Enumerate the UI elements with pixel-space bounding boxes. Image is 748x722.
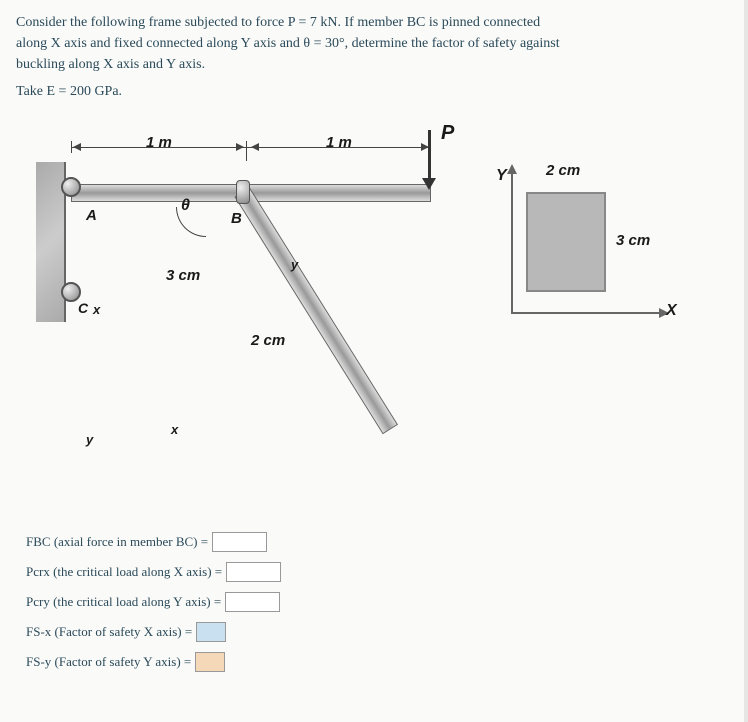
answer-row-fsx: FS-x (Factor of safety X axis) = xyxy=(26,622,732,642)
fsy-label: FS-y (Factor of safety Y axis) = xyxy=(26,654,191,670)
diagram: 1 m 1 m P A B C x θ 3 cm 2 cm y x y xyxy=(16,122,716,502)
question-page: Consider the following frame subjected t… xyxy=(0,0,748,722)
hinge-c xyxy=(61,282,81,302)
cross-section-rect xyxy=(526,192,606,292)
pcrx-label: Pcrx (the critical load along X axis) = xyxy=(26,564,222,580)
dimension-line-top xyxy=(71,147,431,148)
fbc-input[interactable] xyxy=(212,532,267,552)
y-axis-label: Y xyxy=(496,167,507,185)
dim-3cm-bc: 3 cm xyxy=(166,267,200,284)
local-y: y xyxy=(291,257,298,272)
y-axis xyxy=(511,172,513,312)
dim-1m-right: 1 m xyxy=(326,134,352,151)
fbc-label: FBC (axial force in member BC) = xyxy=(26,534,208,550)
local-x: x xyxy=(171,422,178,437)
label-a: A xyxy=(86,207,97,224)
scroll-edge xyxy=(744,0,748,722)
problem-line: along X axis and fixed connected along Y… xyxy=(16,33,732,54)
pcry-label: Pcry (the critical load along Y axis) = xyxy=(26,594,221,610)
fsx-input[interactable] xyxy=(196,622,226,642)
cross-section-diagram: Y X 2 cm 3 cm xyxy=(506,152,686,352)
problem-line: Consider the following frame subjected t… xyxy=(16,12,732,33)
dim-2cm-bc: 2 cm xyxy=(251,332,285,349)
label-c: C xyxy=(78,300,88,316)
force-arrow xyxy=(428,130,431,180)
fsx-label: FS-x (Factor of safety X axis) = xyxy=(26,624,192,640)
label-b: B xyxy=(231,210,242,227)
pcrx-input[interactable] xyxy=(226,562,281,582)
fsy-input[interactable] xyxy=(195,652,225,672)
problem-statement: Consider the following frame subjected t… xyxy=(16,12,732,102)
cs-height: 3 cm xyxy=(616,232,650,249)
local-y2: y xyxy=(86,432,93,447)
problem-line: Take E = 200 GPa. xyxy=(16,81,732,102)
problem-line: buckling along X axis and Y axis. xyxy=(16,54,732,75)
x-axis xyxy=(511,312,661,314)
answer-row-pcry: Pcry (the critical load along Y axis) = xyxy=(26,592,732,612)
dim-1m-left: 1 m xyxy=(146,134,172,151)
hinge-a xyxy=(61,177,81,197)
label-cx: x xyxy=(93,302,100,317)
pin-b xyxy=(236,180,250,204)
answer-section: FBC (axial force in member BC) = Pcrx (t… xyxy=(16,532,732,672)
answer-row-fbc: FBC (axial force in member BC) = xyxy=(26,532,732,552)
cs-width: 2 cm xyxy=(546,162,580,179)
pcry-input[interactable] xyxy=(225,592,280,612)
theta-label: θ xyxy=(181,197,190,215)
force-label: P xyxy=(441,122,454,145)
answer-row-pcrx: Pcrx (the critical load along X axis) = xyxy=(26,562,732,582)
frame-structure: 1 m 1 m P A B C x θ 3 cm 2 cm y x y xyxy=(36,122,456,502)
x-axis-label: X xyxy=(666,302,677,320)
answer-row-fsy: FS-y (Factor of safety Y axis) = xyxy=(26,652,732,672)
beam-bc xyxy=(234,187,398,434)
